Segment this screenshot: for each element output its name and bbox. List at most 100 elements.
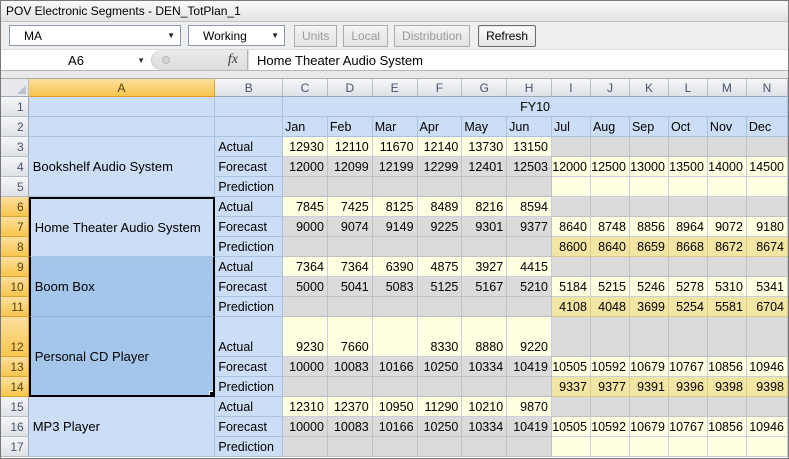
row-header-9[interactable]: 9 (1, 257, 29, 277)
data-cell[interactable]: 9149 (373, 217, 418, 237)
data-cell[interactable]: 10946 (747, 417, 788, 437)
product-name-cell[interactable]: Personal CD Player (29, 317, 216, 397)
data-cell[interactable]: 13000 (630, 157, 669, 177)
data-cell[interactable] (708, 317, 747, 357)
row-header-3[interactable]: 3 (1, 137, 29, 157)
data-cell[interactable] (283, 377, 328, 397)
row-type-cell[interactable]: Prediction (215, 177, 283, 197)
data-cell[interactable]: 4108 (552, 297, 591, 317)
data-cell[interactable]: 12401 (462, 157, 507, 177)
row-header-17[interactable]: 17 (1, 437, 29, 457)
data-cell[interactable]: 9072 (708, 217, 747, 237)
data-cell[interactable] (630, 137, 669, 157)
row-type-cell[interactable]: Prediction (215, 237, 283, 257)
data-cell[interactable]: 9398 (708, 377, 747, 397)
row-header-15[interactable]: 15 (1, 397, 29, 417)
formula-input[interactable]: Home Theater Audio System (248, 50, 788, 70)
data-cell[interactable] (591, 437, 630, 457)
data-cell[interactable]: 8640 (552, 217, 591, 237)
data-cell[interactable]: 8659 (630, 237, 669, 257)
product-name-cell[interactable]: Home Theater Audio System (29, 197, 216, 257)
data-cell[interactable]: 10505 (552, 357, 591, 377)
data-cell[interactable] (552, 197, 591, 217)
month-header-cell[interactable]: Nov (708, 117, 747, 137)
data-cell[interactable]: 10166 (373, 357, 418, 377)
data-cell[interactable]: 12503 (507, 157, 552, 177)
data-cell[interactable]: 10767 (669, 417, 708, 437)
row-header-8[interactable]: 8 (1, 237, 29, 257)
row-header-16[interactable]: 16 (1, 417, 29, 437)
month-header-cell[interactable]: Jul (552, 117, 591, 137)
data-cell[interactable] (328, 297, 373, 317)
data-cell[interactable]: 8640 (591, 237, 630, 257)
column-header-I[interactable]: I (552, 79, 591, 97)
row-header-12[interactable]: 12 (1, 317, 29, 357)
row-header-13[interactable]: 13 (1, 357, 29, 377)
data-cell[interactable]: 10856 (708, 357, 747, 377)
data-cell[interactable] (591, 177, 630, 197)
data-cell[interactable]: 7425 (328, 197, 373, 217)
data-cell[interactable]: 9180 (747, 217, 788, 237)
data-cell[interactable] (418, 297, 463, 317)
data-cell[interactable]: 12140 (418, 137, 463, 157)
data-cell[interactable]: 4875 (418, 257, 463, 277)
data-cell[interactable] (373, 377, 418, 397)
data-cell[interactable] (747, 137, 788, 157)
row-type-cell[interactable]: Actual (215, 137, 283, 157)
data-cell[interactable]: 5581 (708, 297, 747, 317)
data-cell[interactable]: 10419 (507, 417, 552, 437)
data-cell[interactable] (630, 437, 669, 457)
data-cell[interactable] (462, 237, 507, 257)
row-header-5[interactable]: 5 (1, 177, 29, 197)
data-cell[interactable] (462, 297, 507, 317)
data-cell[interactable]: 9377 (507, 217, 552, 237)
row-type-cell[interactable]: Forecast (215, 277, 283, 297)
data-cell[interactable]: 6704 (747, 297, 788, 317)
data-cell[interactable]: 10419 (507, 357, 552, 377)
column-header-K[interactable]: K (630, 79, 669, 97)
product-name-cell[interactable]: MP3 Player (29, 397, 216, 457)
month-header-cell[interactable]: Oct (669, 117, 708, 137)
row-header-14[interactable]: 14 (1, 377, 29, 397)
data-cell[interactable]: 10592 (591, 357, 630, 377)
data-cell[interactable]: 9377 (591, 377, 630, 397)
month-header-cell[interactable]: Aug (591, 117, 630, 137)
chevron-down-icon[interactable]: ▼ (137, 56, 145, 65)
version-dropdown[interactable]: Working ▼ (188, 25, 285, 46)
data-cell[interactable]: 11670 (373, 137, 418, 157)
data-cell[interactable] (418, 377, 463, 397)
data-cell[interactable] (630, 197, 669, 217)
data-cell[interactable]: 8594 (507, 197, 552, 217)
data-cell[interactable] (462, 177, 507, 197)
row-type-cell[interactable]: Forecast (215, 357, 283, 377)
row-header-11[interactable]: 11 (1, 297, 29, 317)
data-cell[interactable]: 7845 (283, 197, 328, 217)
data-cell[interactable] (462, 377, 507, 397)
data-cell[interactable] (507, 177, 552, 197)
data-cell[interactable]: 4048 (591, 297, 630, 317)
data-cell[interactable]: 10592 (591, 417, 630, 437)
data-cell[interactable]: 10946 (747, 357, 788, 377)
data-cell[interactable]: 5254 (669, 297, 708, 317)
data-cell[interactable]: 12110 (328, 137, 373, 157)
data-cell[interactable] (747, 437, 788, 457)
data-cell[interactable]: 5246 (630, 277, 669, 297)
data-cell[interactable]: 8489 (418, 197, 463, 217)
data-cell[interactable] (373, 317, 418, 357)
row-header-4[interactable]: 4 (1, 157, 29, 177)
data-cell[interactable]: 8668 (669, 237, 708, 257)
data-cell[interactable]: 9337 (552, 377, 591, 397)
data-cell[interactable]: 8672 (708, 237, 747, 257)
data-cell[interactable] (591, 137, 630, 157)
row-header-2[interactable]: 2 (1, 117, 29, 137)
data-cell[interactable]: 8748 (591, 217, 630, 237)
data-cell[interactable] (418, 177, 463, 197)
row-type-cell[interactable]: Forecast (215, 217, 283, 237)
data-cell[interactable] (507, 297, 552, 317)
data-cell[interactable]: 10679 (630, 357, 669, 377)
data-cell[interactable]: 10505 (552, 417, 591, 437)
data-cell[interactable] (283, 177, 328, 197)
data-cell[interactable] (552, 437, 591, 457)
column-header-A[interactable]: A (29, 79, 216, 97)
select-all-corner[interactable] (1, 79, 29, 97)
